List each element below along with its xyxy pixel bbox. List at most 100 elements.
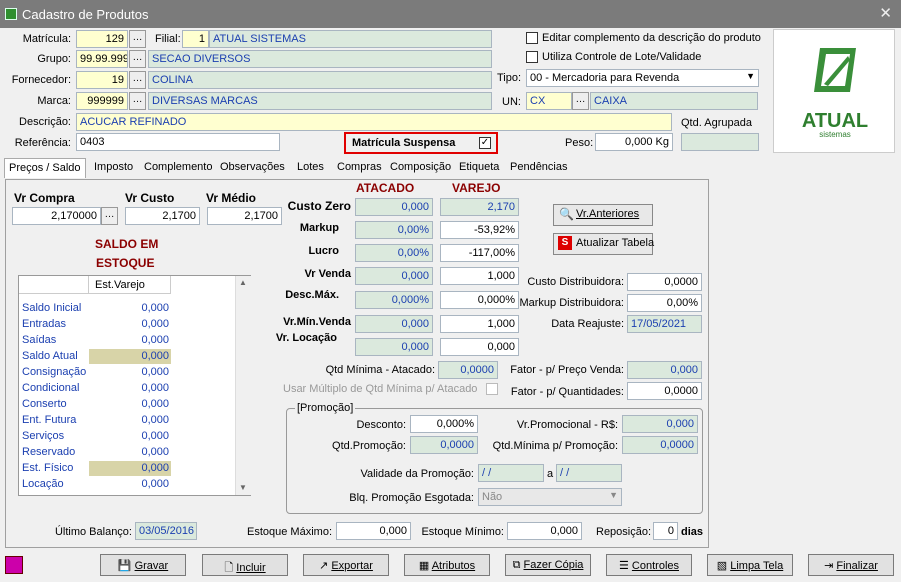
list-item[interactable]: Serviços 0,000 [19,429,235,445]
lote-checkbox[interactable] [526,51,538,63]
filial-code-field[interactable]: 1 [182,30,209,48]
list-item[interactable]: Est. Físico 0,000 [19,461,235,477]
list-item[interactable]: Saldo Inicial 0,000 [19,301,235,317]
custo-dist-field[interactable]: 0,0000 [627,273,702,291]
matricula-field[interactable]: 129 [76,30,128,48]
tab-pendencias[interactable]: Pendências [506,158,572,178]
list-item[interactable]: Condicional 0,000 [19,381,235,397]
estoque-maximo-field[interactable]: 0,000 [336,522,411,540]
controls-icon: ☰ [619,560,632,572]
list-item[interactable]: Entradas 0,000 [19,317,235,333]
un-label: UN: [502,96,521,108]
marca-name-field: DIVERSAS MARCAS [148,92,492,110]
scroll-down-icon[interactable]: ▼ [239,483,247,492]
blq-select[interactable]: Não ▼ [478,488,622,506]
qtd-promocao-label: Qtd.Promoção: [332,440,406,452]
estoque-minimo-field[interactable]: 0,000 [507,522,582,540]
grupo-code-field[interactable]: 99.99.999 [76,50,128,68]
fornecedor-code-field[interactable]: 19 [76,71,128,89]
vr-compra-label: Vr Compra [14,191,75,205]
validade-de-field[interactable]: / / [478,464,544,482]
un-code-field[interactable]: CX [526,92,572,110]
saldo-list[interactable]: Est.Varejo ▲ ▼ Saldo Inicial 0,000 Entrada… [18,275,251,496]
new-file-icon: 🗋 [224,562,237,574]
markup-varejo[interactable]: -53,92% [440,221,519,239]
reposicao-field[interactable]: 0 [653,522,678,540]
tab-lotes[interactable]: Lotes [293,158,328,178]
list-scrollbar[interactable]: ▲ ▼ [235,276,251,495]
tab-imposto[interactable]: Imposto [90,158,137,178]
finalizar-button[interactable]: ⇥ Finalizar [808,554,894,576]
descricao-field[interactable]: ACUCAR REFINADO [76,113,672,131]
tipo-select[interactable]: 00 - Mercadoria para Revenda ▼ [526,69,759,87]
vr-venda-varejo[interactable]: 1,000 [440,267,519,285]
window-title: Cadastro de Produtos [22,7,149,22]
gravar-label: Gravar [134,560,169,572]
list-item[interactable]: Reservado 0,000 [19,445,235,461]
vr-min-venda-varejo[interactable]: 1,000 [440,315,519,333]
validade-ate-field[interactable]: / / [556,464,622,482]
tab-complemento[interactable]: Complemento [140,158,216,178]
marca-code-field[interactable]: 999999 [76,92,128,110]
ultimo-balanco-field: 03/05/2016 [135,522,197,540]
lucro-varejo[interactable]: -117,00% [440,244,519,262]
desc-max-varejo[interactable]: 0,000% [440,291,519,309]
company-logo: ATUAL sistemas [773,29,895,153]
title-bar: Cadastro de Produtos ✕ [0,0,901,28]
list-item-value: 0,000 [141,302,169,314]
vr-compra-field[interactable]: 2,170000 [12,207,101,225]
status-icon[interactable] [5,556,23,574]
vr-venda-atacado: 0,000 [355,267,433,285]
fator-qtd-field[interactable]: 0,0000 [627,382,702,400]
limpa-tela-button[interactable]: ▧ Limpa Tela [707,554,793,576]
incluir-button[interactable]: 🗋 Incluir [202,554,288,576]
referencia-field[interactable]: 0403 [76,133,280,151]
vr-locacao-varejo[interactable]: 0,000 [440,338,519,356]
complemento-checkbox[interactable] [526,32,538,44]
desconto-field[interactable]: 0,000% [410,415,478,433]
list-item[interactable]: Ent. Futura 0,000 [19,413,235,429]
list-item[interactable]: Locação 0,000 [19,477,235,493]
list-header-est-varejo: Est.Varejo [89,276,171,294]
gravar-button[interactable]: 💾 Gravar [100,554,186,576]
fazer-copia-button[interactable]: ⧉ Fazer Cópia [505,554,591,576]
list-item-label: Serviços [22,430,65,442]
scroll-up-icon[interactable]: ▲ [239,278,247,287]
list-item[interactable]: Consignação 0,000 [19,365,235,381]
refresh-icon: S [558,236,572,250]
list-item[interactable]: Saldo Atual 0,000 [19,349,235,365]
filial-label: Filial: [155,33,181,45]
vr-compra-search-button[interactable]: … [101,207,118,225]
tab-compras[interactable]: Compras [333,158,386,178]
atributos-button[interactable]: ▦ Atributos [404,554,490,576]
list-item[interactable]: Conserto 0,000 [19,397,235,413]
usar-multiplo-checkbox[interactable] [486,383,498,395]
un-search-button[interactable]: … [572,92,589,110]
close-icon[interactable]: ✕ [879,4,892,22]
custo-zero-atacado: 0,000 [355,198,433,216]
tab-observacoes[interactable]: Observações [216,158,289,178]
list-item[interactable]: Saídas 0,000 [19,333,235,349]
tab-composicao[interactable]: Composição [386,158,455,178]
qtd-agrupada-label: Qtd. Agrupada [681,117,752,129]
markup-dist-field[interactable]: 0,00% [627,294,702,312]
list-item-value: 0,000 [141,446,169,458]
grupo-search-button[interactable]: … [129,50,146,68]
peso-field[interactable]: 0,000 Kg [595,133,673,151]
tab-etiqueta[interactable]: Etiqueta [455,158,503,178]
suspensa-checkbox[interactable]: ✓ [479,137,491,149]
controles-button[interactable]: ☰ Controles [606,554,692,576]
list-item-label: Conserto [22,398,67,410]
atualizar-tabela-button[interactable]: S Atualizar Tabela [553,233,654,255]
list-item-label: Locação [22,478,64,490]
exportar-button[interactable]: ↗ Exportar [303,554,389,576]
fornecedor-search-button[interactable]: … [129,71,146,89]
vr-anteriores-button[interactable]: 🔍 Vr.Anteriores [553,204,653,226]
suspensa-highlight: Matrícula Suspensa ✓ [344,132,498,154]
marca-search-button[interactable]: … [129,92,146,110]
vr-custo-field[interactable]: 2,1700 [125,207,200,225]
matricula-search-button[interactable]: … [129,30,146,48]
vr-locacao-label: Vr. Locação [275,332,337,344]
tab-precos-saldo[interactable]: Preços / Saldo [4,158,86,178]
qtd-min-promocao-field: 0,0000 [622,436,698,454]
